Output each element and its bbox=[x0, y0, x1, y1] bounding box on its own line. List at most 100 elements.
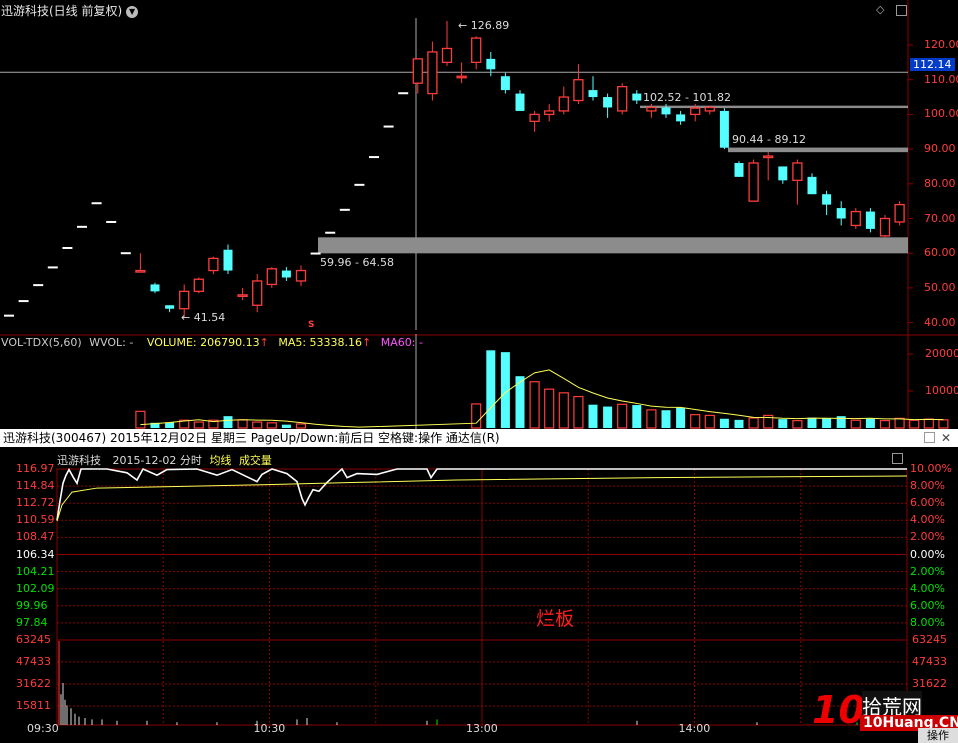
intraday-vol-label: 63245 bbox=[16, 633, 51, 646]
volume-y-tick-label: 20000 bbox=[925, 347, 958, 360]
volume-bar bbox=[938, 419, 949, 429]
vol-indicator-name: VOL-TDX(5,60) bbox=[1, 336, 82, 349]
volume-bar bbox=[295, 423, 307, 429]
intraday-pct-label: 4.00% bbox=[910, 581, 945, 595]
candle-body bbox=[822, 194, 832, 205]
candle-body bbox=[573, 79, 584, 102]
candle-body bbox=[281, 270, 291, 278]
volume-y-tick-label: 10000 bbox=[925, 384, 958, 397]
volume-bar bbox=[704, 414, 715, 429]
candle-body bbox=[193, 278, 204, 293]
candle-body bbox=[427, 51, 438, 95]
volume-bar bbox=[223, 416, 233, 428]
minute-window-title: 迅游科技(300467) 2015年12月02日 星期三 PageUp/Down… bbox=[3, 431, 500, 445]
candle-body bbox=[62, 246, 73, 249]
intraday-time-label: 10:30 bbox=[253, 722, 286, 735]
candle-body bbox=[252, 280, 263, 306]
candle-body bbox=[529, 113, 540, 122]
candle-body bbox=[486, 58, 496, 70]
ma60-value: MA60: - bbox=[380, 336, 423, 349]
volume-bar bbox=[135, 410, 146, 429]
candle-body bbox=[879, 217, 891, 237]
daily-y-tick-label: 50.00 bbox=[924, 280, 956, 294]
daily-y-tick-label: 90.00 bbox=[924, 142, 956, 156]
restore-icon[interactable] bbox=[896, 5, 907, 16]
volume-value: VOLUME: 206790.13 bbox=[146, 336, 260, 349]
volume-bar bbox=[909, 419, 920, 429]
daily-chart-title: 迅游科技(日线 前复权) ▼ bbox=[1, 2, 139, 19]
close-icon[interactable]: ✕ bbox=[941, 429, 951, 447]
minute-window-titlebar[interactable]: 迅游科技(300467) 2015年12月02日 星期三 PageUp/Down… bbox=[0, 429, 958, 447]
candle-body bbox=[515, 93, 525, 111]
candle-body bbox=[165, 305, 175, 309]
ma5-value: MA5: 53338.16 bbox=[278, 336, 363, 349]
volume-label: 成交量 bbox=[238, 454, 272, 467]
intraday-pct-label: 10.00% bbox=[910, 462, 952, 475]
candle-body bbox=[558, 96, 569, 112]
operate-button[interactable]: 操作 bbox=[918, 728, 958, 743]
volume-bar bbox=[676, 407, 686, 428]
candle-body bbox=[266, 268, 277, 286]
candle-body bbox=[544, 110, 555, 116]
gap-band-1 bbox=[640, 105, 908, 109]
candle-body bbox=[456, 75, 467, 79]
candle-body bbox=[135, 269, 146, 273]
avg-line-label: 均线 bbox=[209, 454, 232, 467]
volume-bar bbox=[850, 419, 861, 429]
sell-marker: S bbox=[308, 320, 315, 330]
candle-body bbox=[763, 155, 774, 159]
candle-body bbox=[500, 76, 510, 91]
volume-bar bbox=[879, 419, 891, 429]
intraday-price-label: 104.21 bbox=[16, 564, 55, 578]
intraday-vol-label: 47433 bbox=[912, 655, 947, 668]
volume-bar bbox=[281, 424, 291, 428]
candle-body bbox=[441, 47, 453, 64]
low-price-label: ← 41.54 bbox=[181, 311, 226, 324]
restore-icon[interactable] bbox=[892, 453, 903, 464]
volume-bar bbox=[748, 417, 759, 429]
candle-body bbox=[47, 266, 58, 269]
diamond-icon[interactable]: ◇ bbox=[876, 3, 884, 16]
volume-bar bbox=[486, 350, 496, 428]
volume-bar bbox=[923, 418, 934, 429]
daily-y-tick-label: 110.00 bbox=[924, 72, 958, 86]
volume-bar bbox=[558, 392, 569, 429]
candle-body bbox=[33, 284, 44, 287]
volume-bar bbox=[544, 388, 555, 429]
intraday-vol-label: 63245 bbox=[912, 633, 947, 646]
candle-body bbox=[850, 210, 861, 227]
rotten-board-annotation: 烂板 bbox=[536, 608, 575, 630]
gap-label-2: 90.44 - 89.12 bbox=[732, 133, 806, 146]
restore-icon[interactable] bbox=[924, 432, 935, 443]
intraday-pct-label: 8.00% bbox=[910, 479, 945, 493]
intraday-pct-label: 6.00% bbox=[910, 598, 945, 612]
daily-y-tick-label: 70.00 bbox=[924, 211, 956, 225]
candle-body bbox=[690, 107, 701, 116]
daily-y-tick-label: 60.00 bbox=[924, 246, 956, 260]
intraday-pct-label: 8.00% bbox=[910, 615, 945, 629]
volume-bar bbox=[193, 421, 204, 429]
candle-body bbox=[734, 162, 744, 177]
volume-bar bbox=[719, 418, 729, 428]
volume-bar bbox=[661, 410, 671, 428]
candle-body bbox=[223, 249, 233, 271]
intraday-price-label: 112.72 bbox=[16, 496, 55, 510]
chevron-down-icon[interactable]: ▼ bbox=[126, 5, 139, 18]
intraday-time-label: 09:30 bbox=[27, 722, 59, 735]
intraday-price-label: 99.96 bbox=[16, 598, 48, 612]
candle-body bbox=[383, 125, 394, 128]
high-price-label: ← 126.89 bbox=[458, 19, 510, 32]
current-price-tag: 112.14 bbox=[910, 58, 955, 71]
volume-bar bbox=[690, 414, 701, 429]
intraday-pct-label: 2.00% bbox=[910, 564, 945, 578]
volume-chart[interactable] bbox=[0, 334, 958, 434]
intraday-date: 2015-12-02 分时 bbox=[112, 454, 202, 467]
candle-body bbox=[208, 257, 219, 272]
candle-body bbox=[836, 208, 846, 219]
candle-body bbox=[398, 92, 409, 95]
intraday-vol-label: 47433 bbox=[16, 655, 51, 668]
daily-candlestick-chart[interactable] bbox=[0, 0, 958, 334]
gap-band-2 bbox=[728, 147, 908, 153]
gap-band-3 bbox=[318, 237, 908, 254]
volume-bar bbox=[573, 395, 584, 429]
